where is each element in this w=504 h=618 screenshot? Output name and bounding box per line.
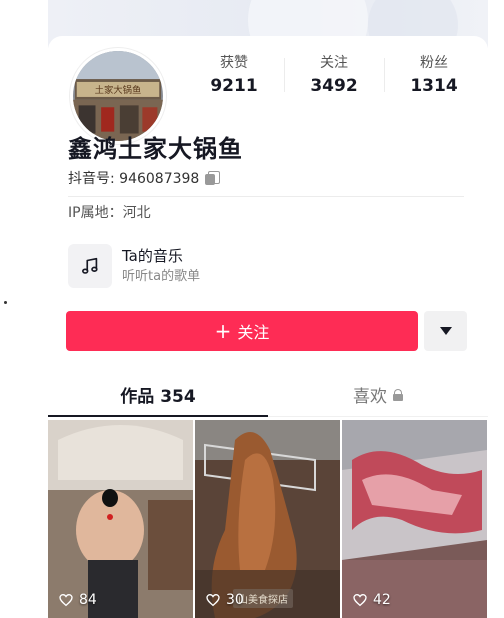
music-note-icon [68,244,112,288]
music-subtitle: 听听ta的歌单 [122,269,201,284]
heart-outline-icon [206,593,220,607]
lock-icon [393,388,403,401]
tab-works[interactable]: 作品 354 [48,373,268,417]
like-count: 30 [205,592,244,608]
stat-following-value: 3492 [310,76,358,96]
tab-likes[interactable]: 喜欢 [268,373,488,416]
ip-location: IP属地：河北 [68,205,151,221]
follow-plus-icon: + [214,319,232,343]
follow-button-label: 关注 [237,323,270,342]
stat-likes-label: 获赞 [220,55,248,71]
video-thumbnail[interactable]: 山美食探店 30 [195,420,340,618]
video-thumbnail[interactable]: 42 [342,420,487,618]
like-count-value: 84 [79,592,97,608]
video-thumbnail-image [342,420,487,618]
douyin-id: 抖音号: 946087398 [68,171,200,187]
profile-name: 鑫鸿土家大锅鱼 [68,135,243,163]
video-thumbnail-image [48,420,193,618]
music-entry[interactable]: Ta的音乐 听听ta的歌单 [68,244,200,288]
stat-followers-value: 1314 [410,76,458,96]
stat-following[interactable]: 关注 3492 [284,54,384,98]
avatar-image: 土家大锅鱼 [73,51,163,141]
triangle-down-icon [439,327,452,335]
like-count-value: 30 [226,592,244,608]
like-count: 42 [352,592,391,608]
tab-works-label: 作品 354 [120,387,196,407]
avatar-sign-text: 土家大锅鱼 [95,84,142,96]
stat-following-label: 关注 [320,55,348,71]
video-thumbnail[interactable]: 84 [48,420,193,618]
stray-dot [4,301,7,304]
more-options-button[interactable] [424,311,467,351]
content-tabs: 作品 354 喜欢 [48,373,488,417]
music-title: Ta的音乐 [122,247,183,265]
stats-bar: 获赞 9211 关注 3492 粉丝 1314 [184,54,484,98]
heart-outline-icon [59,593,73,607]
copy-icon[interactable] [205,171,221,185]
like-count: 84 [58,592,97,608]
tab-likes-label: 喜欢 [353,387,387,407]
heart-outline-icon [353,593,367,607]
divider [68,196,464,197]
video-grid: 84 山美食探店 30 42 [48,420,488,618]
stat-followers-label: 粉丝 [420,55,448,71]
follow-button[interactable]: + 关注 [66,311,418,351]
stat-likes-value: 9211 [210,76,258,96]
stat-followers[interactable]: 粉丝 1314 [384,54,484,98]
like-count-value: 42 [373,592,391,608]
stat-likes[interactable]: 获赞 9211 [184,54,284,98]
profile-screen: 土家大锅鱼 获赞 9211 关注 3492 粉丝 1314 鑫鸿土家大锅鱼 抖音… [48,0,488,618]
douyin-id-row: 抖音号: 946087398 [68,168,221,188]
